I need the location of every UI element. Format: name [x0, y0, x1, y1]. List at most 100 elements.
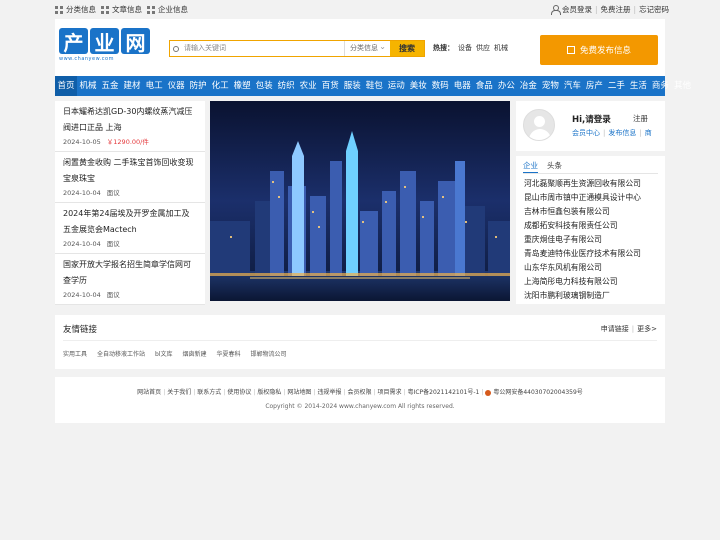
company-item[interactable]: 山东华东风机有限公司	[524, 261, 664, 275]
company-item[interactable]: 吉林市恒鑫包装有限公司	[524, 205, 664, 219]
footer-link[interactable]: 粤公网安备44030702004359号	[493, 389, 582, 396]
free-register-link[interactable]: 免费注册	[601, 4, 631, 15]
news-item[interactable]: 闲置黄金收购 二手珠宝首饰回收变现 宝泉珠宝 2024-10-04 面议	[55, 152, 205, 203]
article-info-link[interactable]: 文章信息	[101, 4, 142, 15]
news-item[interactable]: 国家开放大学报名招生简章学信网可查学历 2024-10-04 面议	[55, 254, 205, 305]
footer-link[interactable]: 会员权限	[348, 389, 372, 396]
publish-info-button[interactable]: 免费发布信息	[540, 35, 658, 65]
nav-item[interactable]: 化工	[209, 76, 231, 96]
nav-item[interactable]: 百货	[319, 76, 341, 96]
friend-link[interactable]: 邯郸物流公司	[251, 349, 287, 358]
article-info-label: 文章信息	[112, 5, 142, 14]
city-skyline-banner[interactable]	[210, 101, 510, 301]
nav-item[interactable]: 五金	[99, 76, 121, 96]
company-info-link[interactable]: 企业信息	[147, 4, 188, 15]
footer-link[interactable]: 关于我们	[167, 389, 191, 396]
more-link[interactable]: 更多>	[637, 325, 657, 333]
nav-item[interactable]: 办公	[495, 76, 517, 96]
logo-url: www.chanyew.com	[59, 56, 114, 62]
nav-item[interactable]: 服装	[341, 76, 363, 96]
divider: |	[603, 129, 606, 137]
logo-char: 网	[121, 28, 150, 55]
search-category-select[interactable]: 分类信息	[344, 39, 390, 56]
nav-item[interactable]: 其他	[671, 76, 693, 96]
nav-item[interactable]: 商务	[649, 76, 671, 96]
nav-item[interactable]: 纺织	[275, 76, 297, 96]
news-title[interactable]: 国家开放大学报名招生简章学信网可查学历	[63, 257, 197, 289]
divider: |	[283, 389, 286, 396]
footer-link[interactable]: 违规举报	[317, 389, 341, 396]
classified-info-link[interactable]: 分类信息	[55, 4, 96, 15]
news-title[interactable]: 2024年第24届埃及开罗金属加工及五金展览会Mactech	[63, 206, 197, 238]
publish-info-link[interactable]: 发布信息	[608, 129, 636, 137]
member-center-link[interactable]: 会员中心	[572, 129, 600, 137]
nav-item[interactable]: 仪器	[165, 76, 187, 96]
police-badge-icon	[485, 389, 492, 396]
nav-item[interactable]: 防护	[187, 76, 209, 96]
divider: |	[631, 325, 635, 333]
footer-link[interactable]: 使用协议	[227, 389, 251, 396]
company-item[interactable]: 昆山市周市镇中正通模具设计中心	[524, 191, 664, 205]
nav-item[interactable]: 运动	[385, 76, 407, 96]
shop-link[interactable]: 商	[645, 129, 652, 137]
friend-links-section: 友情链接 申请链接 | 更多> 实用工具 全自动移液工作站 bl文库 烟囱新建 华夏春科 邯郸…	[55, 315, 665, 369]
company-item[interactable]: 上海简彤电力科技有限公司	[524, 275, 664, 289]
nav-item[interactable]: 电器	[451, 76, 473, 96]
news-item[interactable]: 日本耀希达凯GD-30内螺纹蒸汽减压阀进口正品 上海 2024-10-05 ￥129…	[55, 101, 205, 152]
company-item[interactable]: 青岛麦迪特伟业医疗技术有限公司	[524, 247, 664, 261]
nav-item[interactable]: 农业	[297, 76, 319, 96]
nav-item[interactable]: 机械	[77, 76, 99, 96]
nav-item[interactable]: 生活	[627, 76, 649, 96]
company-item[interactable]: 河北磊聚顺再生资源回收有限公司	[524, 177, 664, 191]
news-item[interactable]: 2024年第24届埃及开罗金属加工及五金展览会Mactech 2024-10-04…	[55, 203, 205, 254]
friend-link[interactable]: 全自动移液工作站	[97, 349, 145, 358]
nav-item[interactable]: 食品	[473, 76, 495, 96]
member-login-link[interactable]: 会员登录	[562, 4, 592, 15]
site-logo[interactable]: 产 业 网 www.chanyew.com	[59, 28, 151, 68]
nav-item[interactable]: 电工	[143, 76, 165, 96]
hot-term[interactable]: 供应	[476, 44, 490, 52]
search-button[interactable]: 搜索	[390, 41, 424, 56]
friend-link[interactable]: 实用工具	[63, 349, 87, 358]
company-item[interactable]: 成都拓安科技有限责任公司	[524, 219, 664, 233]
classified-info-label: 分类信息	[66, 5, 96, 14]
tab-companies[interactable]: 企业	[523, 159, 538, 174]
nav-item[interactable]: 首页	[55, 76, 78, 96]
forgot-password-link[interactable]: 忘记密码	[639, 4, 669, 15]
company-item[interactable]: 重庆烔佳电子有限公司	[524, 233, 664, 247]
footer-link[interactable]: 粤ICP备2021142101号-1	[408, 389, 480, 396]
nav-item[interactable]: 鞋包	[363, 76, 385, 96]
nav-item[interactable]: 冶金	[517, 76, 539, 96]
hot-term[interactable]: 机械	[494, 44, 508, 52]
tab-headlines[interactable]: 头条	[547, 159, 562, 174]
friend-link[interactable]: 华夏春科	[217, 349, 241, 358]
nav-item[interactable]: 房产	[583, 76, 605, 96]
friend-link[interactable]: bl文库	[155, 349, 172, 358]
nav-item[interactable]: 宠物	[539, 76, 561, 96]
news-title[interactable]: 日本耀希达凯GD-30内螺纹蒸汽减压阀进口正品 上海	[63, 104, 197, 136]
hot-term[interactable]: 设备	[458, 44, 472, 52]
edit-icon	[566, 46, 575, 54]
latest-news-list: 日本耀希达凯GD-30内螺纹蒸汽减压阀进口正品 上海 2024-10-05 ￥129…	[55, 101, 205, 305]
nav-item[interactable]: 汽车	[561, 76, 583, 96]
nav-item[interactable]: 橡塑	[231, 76, 253, 96]
register-link[interactable]: 注册	[633, 113, 648, 124]
nav-item[interactable]: 美妆	[407, 76, 429, 96]
search-input[interactable]: 请输入关键词	[182, 41, 344, 56]
nav-item[interactable]: 二手	[605, 76, 627, 96]
news-title[interactable]: 闲置黄金收购 二手珠宝首饰回收变现 宝泉珠宝	[63, 155, 197, 187]
footer-link[interactable]: 版权隐私	[257, 389, 281, 396]
footer-link[interactable]: 联系方式	[197, 389, 221, 396]
footer-link[interactable]: 网站地图	[287, 389, 311, 396]
avatar	[523, 109, 555, 141]
friend-link[interactable]: 烟囱新建	[183, 349, 207, 358]
apply-link[interactable]: 申请链接	[601, 325, 629, 333]
footer-link[interactable]: 项目需求	[378, 389, 402, 396]
nav-item[interactable]: 建材	[121, 76, 143, 96]
company-item[interactable]: 沈阳市鹏利玻璃钢制造厂	[524, 289, 664, 303]
nav-item[interactable]: 包装	[253, 76, 275, 96]
footer-link[interactable]: 网站首页	[137, 389, 161, 396]
nav-item[interactable]: 数码	[429, 76, 451, 96]
login-greeting[interactable]: Hi,请登录	[572, 113, 611, 125]
copyright: Copyright © 2014-2024 www.chanyew.com Al…	[265, 403, 455, 410]
